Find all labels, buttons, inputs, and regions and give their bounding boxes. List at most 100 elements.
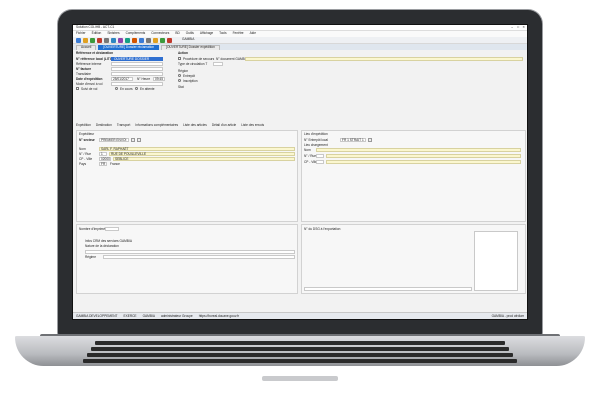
pays-code-field[interactable]: FR	[99, 162, 107, 166]
transitaire-field[interactable]	[111, 72, 163, 76]
check-icon[interactable]	[160, 37, 165, 43]
subtab-infos[interactable]: Informations complémentaires	[135, 123, 178, 127]
regime-label: Régime	[85, 255, 96, 259]
procedure-checkbox[interactable]	[178, 57, 181, 60]
export-icon[interactable]	[118, 37, 123, 43]
subtab-envois[interactable]: Liste des envois	[241, 123, 264, 127]
option-b-radio[interactable]	[135, 87, 138, 90]
mail-icon[interactable]	[132, 37, 137, 43]
search-icon[interactable]	[131, 138, 135, 142]
menu-edition[interactable]: Édition	[92, 32, 102, 35]
help-icon[interactable]	[139, 37, 144, 43]
refresh-icon[interactable]	[125, 37, 130, 43]
nom-field[interactable]: SARL F. RAPHAËT	[99, 147, 295, 151]
entrepot-code-field[interactable]: FR 1 STRAIT 1	[340, 138, 366, 142]
menu-affichage[interactable]: Affichage	[200, 32, 213, 35]
menu-complements[interactable]: Compléments	[126, 32, 146, 35]
menu-tools[interactable]: Tools	[219, 32, 226, 35]
entrepot-label: Entrepôt	[183, 74, 196, 78]
save-icon[interactable]	[90, 37, 95, 43]
option-a-radio[interactable]	[115, 87, 118, 90]
date-field[interactable]: 25/01/2017	[111, 77, 133, 81]
pays-label: Pays	[79, 162, 87, 166]
subtab-detail[interactable]: Détail d'un article	[212, 123, 236, 127]
menu-sinistres[interactable]: Sinistres	[107, 32, 119, 35]
rue-value: RUE DE POUILLEVILLE	[111, 152, 147, 156]
transitaire-label: Transitaire	[76, 72, 91, 76]
bottom-left-panel: Nombre d'Imprimés Infos CRM des services…	[76, 224, 298, 294]
menu-aide[interactable]: Aide	[250, 32, 256, 35]
minimize-button[interactable]: –	[511, 25, 513, 29]
close-button[interactable]: ✕	[522, 25, 525, 29]
facture-field[interactable]	[111, 67, 163, 71]
dest-ville-field[interactable]	[326, 160, 521, 164]
maximize-button[interactable]: □	[517, 25, 519, 29]
info-label: Infos CRM des services GAMBIA	[85, 239, 132, 243]
status-url: https://boreal.douane.gouv.fr	[198, 314, 240, 319]
mode-field[interactable]	[111, 82, 163, 86]
expediteur-title: Expéditeur	[79, 132, 95, 136]
subtab-destination[interactable]: Destination	[96, 123, 112, 127]
dest-rue-num-field[interactable]	[316, 154, 324, 158]
print-icon[interactable]	[104, 37, 109, 43]
dsg-textarea[interactable]	[474, 231, 518, 291]
stop-icon[interactable]	[167, 37, 172, 43]
keyboard-row	[83, 359, 517, 363]
lieu-label: Lieu chargement	[304, 143, 328, 147]
sub-tabs: Expédition Destination Transport Informa…	[76, 123, 264, 127]
num-doc-field[interactable]	[245, 57, 523, 61]
toolbar-user: GAMBIA	[182, 37, 195, 42]
option-b-label: En attente	[140, 87, 155, 91]
dsg-field[interactable]	[304, 287, 472, 291]
subtab-expedition[interactable]: Expédition	[76, 123, 91, 127]
procedure-label: Procédure de secours	[183, 57, 215, 61]
region-label: Région	[178, 69, 189, 73]
ref-label: N° référence local (LITIS)	[76, 57, 114, 61]
client-ref-label: Référence interne	[76, 62, 102, 66]
settings-icon[interactable]	[146, 37, 151, 43]
suivi-checkbox[interactable]	[76, 87, 79, 90]
subtab-transport[interactable]: Transport	[117, 123, 131, 127]
ville-field[interactable]: SEBLICE	[113, 157, 295, 161]
menu-bd[interactable]: BD	[175, 32, 179, 35]
dest-cp-field[interactable]	[316, 160, 324, 164]
stat-label: Stat	[178, 85, 184, 89]
search-icon[interactable]	[368, 138, 372, 142]
menu-fenetre[interactable]: Fenêtre	[233, 32, 244, 35]
cp-field[interactable]: 02000	[99, 157, 111, 161]
expediteur-panel: Expéditeur N° secteur PREMIER ENVOI Nom …	[76, 130, 298, 222]
status-group: administrateur Groupe	[160, 314, 193, 319]
menu-fichier[interactable]: Fichier	[76, 32, 86, 35]
trackpad	[262, 376, 338, 381]
search-icon[interactable]	[111, 37, 116, 43]
heure-label: N° Heure	[137, 77, 151, 81]
nombre-field[interactable]	[105, 227, 119, 231]
menu-outils[interactable]: Outils	[186, 32, 194, 35]
rue-num-field[interactable]: 1	[99, 152, 107, 156]
dest-rue-field[interactable]	[326, 154, 521, 158]
inscription-radio[interactable]	[178, 79, 181, 82]
menu-connecteurs[interactable]: Connecteurs	[151, 32, 169, 35]
rue-field[interactable]: RUE DE POUILLEVILLE	[109, 152, 295, 156]
type-field[interactable]	[213, 62, 223, 66]
keyboard-row	[91, 347, 509, 351]
secteur-field[interactable]: PREMIER ENVOI	[99, 138, 129, 142]
toolbar: GAMBIA	[73, 37, 527, 44]
type-decl-field[interactable]	[85, 250, 295, 254]
heure-field[interactable]: 09:45	[153, 77, 165, 81]
entrepot-radio[interactable]	[178, 74, 181, 77]
regime-field[interactable]	[103, 255, 295, 259]
new-icon[interactable]	[76, 37, 81, 43]
client-ref-field[interactable]	[111, 62, 163, 66]
open-icon[interactable]	[83, 37, 88, 43]
dest-nom-field[interactable]	[316, 148, 521, 152]
folder-icon[interactable]	[153, 37, 158, 43]
delete-icon[interactable]	[97, 37, 102, 43]
keyboard-row	[87, 353, 513, 357]
ref-field[interactable]: OUVERTURE DOSSIER	[111, 57, 163, 61]
heure-value: 09:45	[155, 77, 163, 81]
edit-icon[interactable]	[137, 138, 141, 142]
dsg-title: N° du DSG à l'exportation	[304, 227, 341, 231]
status-bar: GAMBIA DEVELOPPEMENT EXERCE GAMBIA admin…	[73, 312, 527, 319]
subtab-articles[interactable]: Liste des articles	[183, 123, 207, 127]
